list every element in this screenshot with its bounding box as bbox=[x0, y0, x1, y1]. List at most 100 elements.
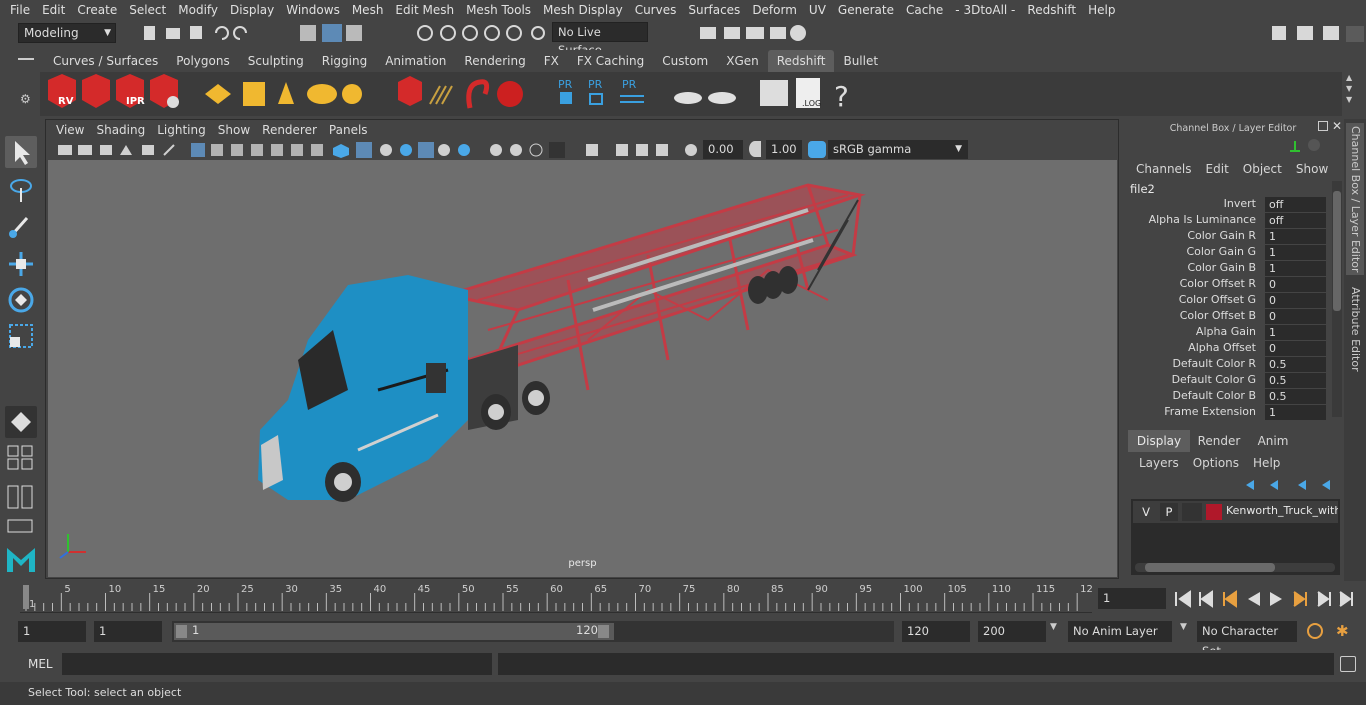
auto-key-icon[interactable] bbox=[1307, 623, 1323, 639]
attr-row[interactable]: Alpha Is Luminance off bbox=[1122, 213, 1332, 229]
attr-value[interactable]: 0.5 bbox=[1265, 357, 1326, 372]
animation-end-field[interactable]: 200 bbox=[978, 621, 1046, 642]
channel-menu-object[interactable]: Object bbox=[1243, 162, 1296, 176]
attr-value[interactable]: 1 bbox=[1265, 261, 1326, 276]
tab-animation[interactable]: Animation bbox=[376, 50, 456, 72]
menu-windows[interactable]: Windows bbox=[280, 3, 346, 17]
gamma-field[interactable]: 1.00 bbox=[766, 140, 802, 159]
scale-tool-icon[interactable] bbox=[5, 320, 37, 352]
attr-row[interactable]: Invert off bbox=[1122, 197, 1332, 213]
attr-row[interactable]: Color Gain B 1 bbox=[1122, 261, 1332, 277]
tab-rendering[interactable]: Rendering bbox=[455, 50, 535, 72]
menu-edit-mesh[interactable]: Edit Mesh bbox=[389, 3, 460, 17]
attr-row[interactable]: Default Color R 0.5 bbox=[1122, 357, 1332, 373]
menu-3dtoall[interactable]: - 3DtoAll - bbox=[949, 3, 1021, 17]
layer-hscrollbar[interactable] bbox=[1135, 563, 1335, 572]
tab-bullet[interactable]: Bullet bbox=[834, 50, 888, 72]
mode-dropdown[interactable]: Modeling ▼ bbox=[18, 23, 116, 43]
attr-value[interactable]: 1 bbox=[1265, 405, 1326, 420]
character-set-dropdown[interactable]: No Character Set bbox=[1197, 621, 1297, 658]
attr-value[interactable]: 1 bbox=[1265, 325, 1326, 340]
axis-icon[interactable] bbox=[1288, 139, 1302, 153]
current-time-marker[interactable] bbox=[23, 585, 29, 609]
panel-menu-shading[interactable]: Shading bbox=[90, 123, 151, 137]
mel-label[interactable]: MEL bbox=[28, 657, 53, 671]
attr-row[interactable]: Color Gain G 1 bbox=[1122, 245, 1332, 261]
range-slider-handle[interactable] bbox=[174, 623, 614, 640]
layout-outliner-icon[interactable] bbox=[5, 484, 37, 510]
attr-row[interactable]: Default Color B 0.5 bbox=[1122, 389, 1332, 405]
attr-value[interactable]: 1 bbox=[1265, 229, 1326, 244]
menu-redshift[interactable]: Redshift bbox=[1021, 3, 1082, 17]
float-panel-icon[interactable] bbox=[1318, 121, 1328, 131]
attr-value[interactable]: 0.5 bbox=[1265, 389, 1326, 404]
layer-display-type[interactable] bbox=[1182, 503, 1202, 521]
layer-color-swatch[interactable] bbox=[1206, 504, 1222, 520]
attr-value[interactable]: 0 bbox=[1265, 277, 1326, 292]
menu-uv[interactable]: UV bbox=[803, 3, 832, 17]
attr-row[interactable]: Color Offset R 0 bbox=[1122, 277, 1332, 293]
select-tool-icon[interactable] bbox=[5, 136, 37, 168]
channel-menu-channels[interactable]: Channels bbox=[1136, 162, 1206, 176]
live-surface-field[interactable]: No Live Surface bbox=[552, 22, 648, 57]
layout-four-view-icon[interactable] bbox=[5, 444, 37, 472]
command-input[interactable] bbox=[62, 653, 492, 675]
layer-menu-help[interactable]: Help bbox=[1253, 456, 1280, 470]
menu-help[interactable]: Help bbox=[1082, 3, 1121, 17]
menu-select[interactable]: Select bbox=[123, 3, 172, 17]
current-frame-field[interactable]: 1 bbox=[1098, 588, 1166, 609]
timeline-track[interactable]: 1 5 10 15 20 25 30 35 40 45 50 55 60 65 70 75 80 85 90 95 10… bbox=[20, 581, 1093, 613]
tab-fx[interactable]: FX bbox=[534, 50, 568, 72]
maya-logo-icon[interactable] bbox=[5, 542, 37, 574]
tab-rigging[interactable]: Rigging bbox=[312, 50, 377, 72]
rotate-tool-icon[interactable] bbox=[5, 284, 37, 316]
shelf-scroll-icon[interactable]: ▲ ▼ ▼ bbox=[1346, 72, 1360, 112]
menu-curves[interactable]: Curves bbox=[629, 3, 683, 17]
attr-row[interactable]: Color Offset G 0 bbox=[1122, 293, 1332, 309]
chevron-down-icon[interactable]: ▼ bbox=[1180, 622, 1187, 632]
animation-start-field[interactable]: 1 bbox=[18, 621, 86, 642]
attr-row[interactable]: Color Gain R 1 bbox=[1122, 229, 1332, 245]
menu-mesh[interactable]: Mesh bbox=[346, 3, 390, 17]
3d-viewport[interactable]: persp bbox=[48, 160, 1117, 577]
tab-redshift[interactable]: Redshift bbox=[767, 50, 835, 72]
attr-row[interactable]: Alpha Offset 0 bbox=[1122, 341, 1332, 357]
menu-deform[interactable]: Deform bbox=[746, 3, 803, 17]
time-slider[interactable]: 1 5 10 15 20 25 30 35 40 45 50 55 60 65 70 75 80 85 90 95 10… bbox=[0, 581, 1366, 615]
color-management-icon[interactable] bbox=[808, 141, 826, 158]
menu-edit[interactable]: Edit bbox=[36, 3, 71, 17]
attr-value[interactable]: off bbox=[1265, 213, 1326, 228]
anim-layer-dropdown[interactable]: No Anim Layer bbox=[1068, 621, 1172, 642]
tab-attribute-editor[interactable]: Attribute Editor bbox=[1346, 281, 1364, 377]
panel-menu-show[interactable]: Show bbox=[212, 123, 256, 137]
tab-display[interactable]: Display bbox=[1128, 430, 1190, 452]
exposure-field[interactable]: 0.00 bbox=[703, 140, 743, 159]
layer-row[interactable]: V P Kenworth_Truck_with_ bbox=[1133, 501, 1338, 523]
layer-visibility-toggle[interactable]: V bbox=[1137, 503, 1155, 521]
last-tool-icon[interactable] bbox=[5, 406, 37, 438]
scroll-thumb[interactable] bbox=[1333, 191, 1341, 311]
range-start-grip[interactable] bbox=[176, 625, 187, 638]
tab-render[interactable]: Render bbox=[1190, 430, 1248, 452]
panel-menu-panels[interactable]: Panels bbox=[323, 123, 374, 137]
attr-value[interactable]: off bbox=[1265, 197, 1326, 212]
layer-name[interactable]: Kenworth_Truck_with_ bbox=[1226, 504, 1338, 517]
lasso-tool-icon[interactable] bbox=[5, 174, 37, 206]
menu-cache[interactable]: Cache bbox=[900, 3, 949, 17]
menu-modify[interactable]: Modify bbox=[172, 3, 224, 17]
tab-anim[interactable]: Anim bbox=[1248, 430, 1298, 452]
close-icon[interactable]: ✕ bbox=[1332, 119, 1342, 133]
tab-curves-surfaces[interactable]: Curves / Surfaces bbox=[44, 50, 168, 72]
channel-menu-edit[interactable]: Edit bbox=[1206, 162, 1243, 176]
playback-end-field[interactable]: 120 bbox=[902, 621, 970, 642]
attr-value[interactable]: 1 bbox=[1265, 245, 1326, 260]
move-tool-icon[interactable] bbox=[5, 248, 37, 280]
range-slider[interactable]: 1 120 bbox=[172, 621, 894, 642]
attr-value[interactable]: 0 bbox=[1265, 341, 1326, 356]
attr-row[interactable]: Default Color G 0.5 bbox=[1122, 373, 1332, 389]
paint-select-tool-icon[interactable] bbox=[5, 210, 37, 242]
menu-file[interactable]: File bbox=[4, 3, 36, 17]
layer-menu-options[interactable]: Options bbox=[1193, 456, 1253, 470]
chevron-down-icon[interactable]: ▼ bbox=[1050, 622, 1057, 632]
tab-sculpting[interactable]: Sculpting bbox=[238, 50, 313, 72]
